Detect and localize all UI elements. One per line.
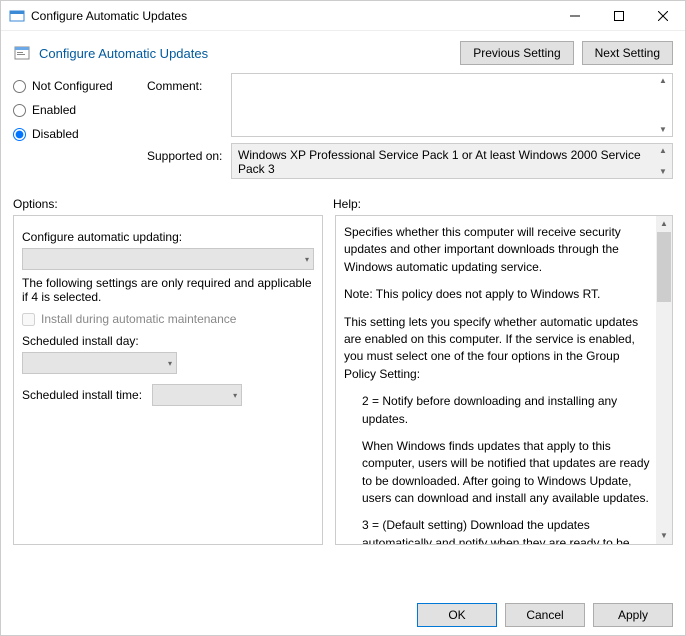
supported-on-text: Windows XP Professional Service Pack 1 o… xyxy=(238,148,641,176)
supported-on-box: Windows XP Professional Service Pack 1 o… xyxy=(231,143,673,179)
help-text: 3 = (Default setting) Download the updat… xyxy=(344,517,652,545)
header-row: Configure Automatic Updates Previous Set… xyxy=(1,31,685,69)
install-day-select: ▾ xyxy=(22,352,177,374)
checkbox-icon xyxy=(22,313,35,326)
options-note: The following settings are only required… xyxy=(22,276,314,304)
options-panel: Configure automatic updating: ▾ The foll… xyxy=(13,215,323,545)
radio-not-configured[interactable]: Not Configured xyxy=(13,79,143,93)
configure-updating-select: ▾ xyxy=(22,248,314,270)
window-title: Configure Automatic Updates xyxy=(31,9,553,23)
help-text: Note: This policy does not apply to Wind… xyxy=(344,286,652,303)
state-radio-group: Not Configured Enabled Disabled xyxy=(13,73,143,141)
ok-button[interactable]: OK xyxy=(417,603,497,627)
radio-enabled[interactable]: Enabled xyxy=(13,103,143,117)
scrollbar[interactable]: ▲▼ xyxy=(656,146,670,176)
chevron-down-icon: ▼ xyxy=(660,530,668,542)
window-icon xyxy=(9,8,25,24)
titlebar: Configure Automatic Updates xyxy=(1,1,685,31)
chevron-up-icon: ▲ xyxy=(660,218,668,230)
previous-setting-button[interactable]: Previous Setting xyxy=(460,41,573,65)
help-text: 2 = Notify before downloading and instal… xyxy=(344,393,652,428)
apply-button[interactable]: Apply xyxy=(593,603,673,627)
chevron-down-icon: ▾ xyxy=(305,255,309,264)
chevron-down-icon: ▾ xyxy=(233,391,237,400)
install-time-label: Scheduled install time: xyxy=(22,388,142,402)
chevron-up-icon: ▲ xyxy=(659,76,667,85)
chevron-down-icon: ▼ xyxy=(659,167,667,176)
scrollbar[interactable]: ▲▼ xyxy=(656,76,670,134)
radio-label: Disabled xyxy=(32,127,79,141)
options-label: Options: xyxy=(13,197,333,211)
help-text: Specifies whether this computer will rec… xyxy=(344,224,652,276)
radio-label: Not Configured xyxy=(32,79,113,93)
chevron-down-icon: ▾ xyxy=(168,359,172,368)
configure-updating-label: Configure automatic updating: xyxy=(22,230,314,244)
scrollbar-thumb[interactable] xyxy=(657,232,671,302)
help-text: When Windows finds updates that apply to… xyxy=(344,438,652,508)
cancel-button[interactable]: Cancel xyxy=(505,603,585,627)
install-time-select: ▾ xyxy=(152,384,242,406)
comment-label: Comment: xyxy=(147,73,227,93)
radio-disabled[interactable]: Disabled xyxy=(13,127,143,141)
chevron-down-icon: ▼ xyxy=(659,125,667,134)
next-setting-button[interactable]: Next Setting xyxy=(582,41,673,65)
supported-on-label: Supported on: xyxy=(147,143,227,163)
help-label: Help: xyxy=(333,197,361,211)
checkbox-label: Install during automatic maintenance xyxy=(41,312,236,326)
policy-title: Configure Automatic Updates xyxy=(39,46,452,61)
install-day-label: Scheduled install day: xyxy=(22,334,314,348)
close-button[interactable] xyxy=(641,1,685,31)
help-panel: Specifies whether this computer will rec… xyxy=(335,215,673,545)
scrollbar[interactable]: ▲ ▼ xyxy=(656,216,672,544)
radio-label: Enabled xyxy=(32,103,76,117)
minimize-button[interactable] xyxy=(553,1,597,31)
maximize-button[interactable] xyxy=(597,1,641,31)
policy-icon xyxy=(13,44,31,62)
install-maintenance-checkbox: Install during automatic maintenance xyxy=(22,312,314,326)
chevron-up-icon: ▲ xyxy=(659,146,667,155)
dialog-footer: OK Cancel Apply xyxy=(417,603,673,627)
comment-textarea[interactable]: ▲▼ xyxy=(231,73,673,137)
help-text: This setting lets you specify whether au… xyxy=(344,314,652,384)
